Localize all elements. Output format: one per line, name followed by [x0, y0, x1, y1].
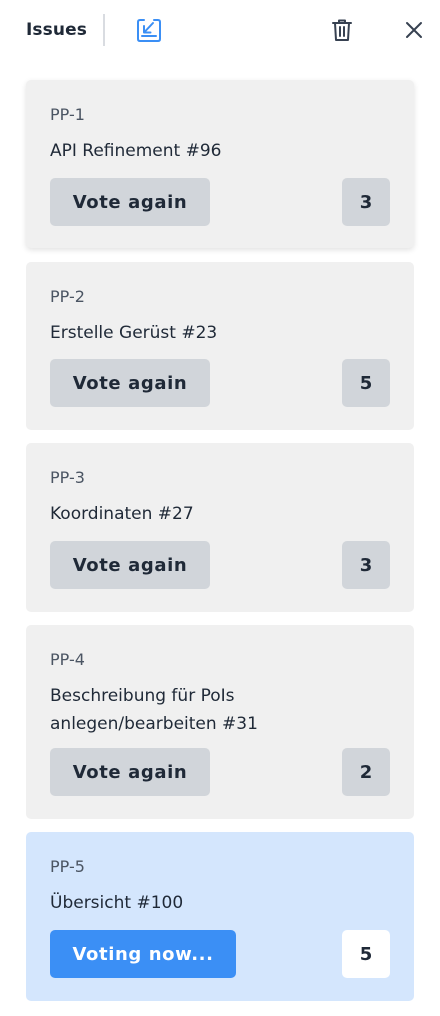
- issue-card[interactable]: PP-1 API Refinement #96 Vote again 3: [26, 80, 414, 248]
- header-divider: [103, 14, 105, 46]
- import-icon: [137, 19, 161, 42]
- page-title: Issues: [26, 20, 87, 40]
- issue-title: Erstelle Gerüst #23: [50, 323, 218, 343]
- import-button[interactable]: [134, 15, 164, 45]
- score-badge: 5: [342, 359, 390, 407]
- issue-title: Übersicht #100: [50, 893, 184, 913]
- issue-card[interactable]: PP-3 Koordinaten #27 Vote again 3: [26, 443, 414, 612]
- score-badge: 3: [342, 178, 390, 226]
- vote-again-button[interactable]: Vote again: [50, 748, 210, 796]
- issue-card-active[interactable]: PP-5 Übersicht #100 Voting now... 5: [26, 832, 414, 1001]
- voting-now-button[interactable]: Voting now...: [50, 930, 236, 978]
- vote-again-button[interactable]: Vote again: [50, 359, 210, 407]
- vote-again-button[interactable]: Vote again: [50, 541, 210, 589]
- trash-icon: [332, 19, 352, 41]
- issue-key: PP-2: [50, 287, 85, 306]
- score-badge: 3: [342, 541, 390, 589]
- issue-key: PP-5: [50, 857, 85, 876]
- delete-all-button[interactable]: [328, 16, 356, 44]
- issue-title: Beschreibung für PoIs anlegen/bearbeiten…: [50, 686, 258, 734]
- close-icon: [406, 22, 422, 38]
- issue-key: PP-3: [50, 468, 85, 487]
- issues-header: Issues: [0, 0, 440, 62]
- score-badge: 5: [342, 930, 390, 978]
- vote-again-button[interactable]: Vote again: [50, 178, 210, 226]
- issue-title: API Refinement #96: [50, 141, 222, 161]
- close-button[interactable]: [400, 16, 428, 44]
- issue-card[interactable]: PP-2 Erstelle Gerüst #23 Vote again 5: [26, 262, 414, 430]
- score-badge: 2: [342, 748, 390, 796]
- issue-title: Koordinaten #27: [50, 504, 194, 524]
- issue-card[interactable]: PP-4 Beschreibung für PoIs anlegen/bearb…: [26, 625, 414, 819]
- issue-key: PP-1: [50, 105, 85, 124]
- issue-key: PP-4: [50, 650, 85, 669]
